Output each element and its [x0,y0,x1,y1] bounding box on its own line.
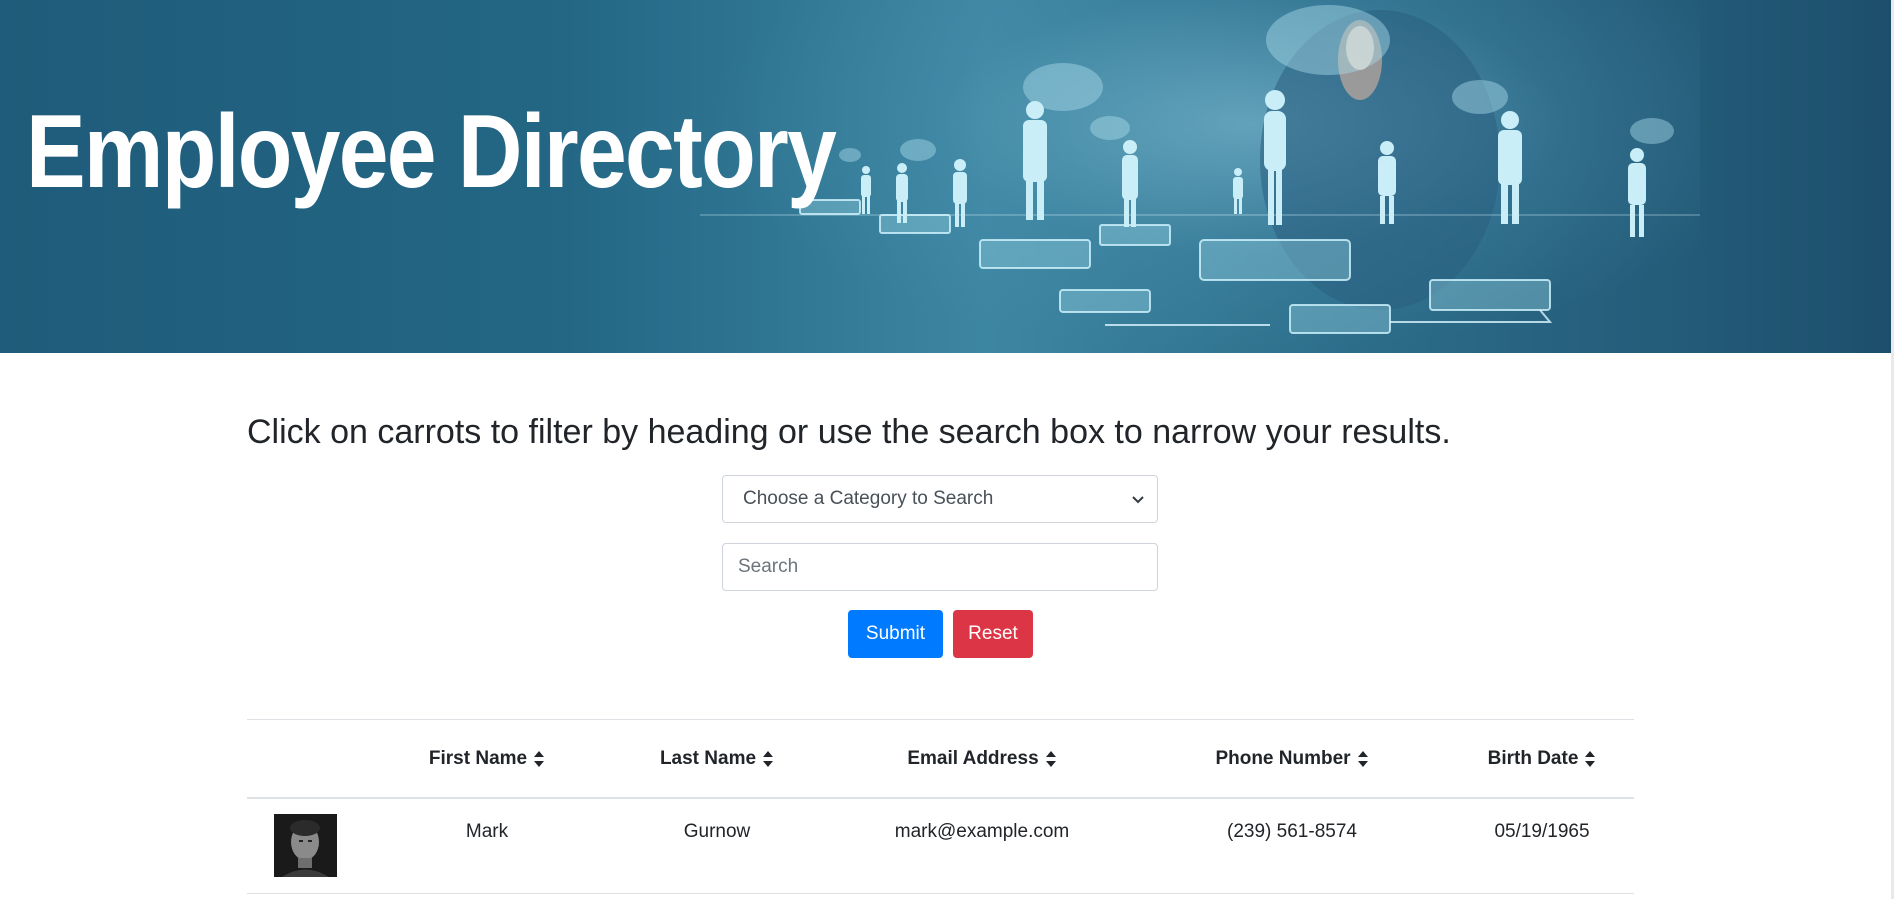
sort-caret-icon[interactable] [1045,750,1057,768]
table-row: Mark Gurnow mark@example.com (239) 561-8… [247,799,1634,894]
cell-email: mark@example.com [894,821,1070,842]
sort-caret-icon[interactable] [1584,750,1596,768]
cell-first-name: Mark [465,821,509,842]
header-banner: Employee Directory [0,0,1894,353]
sort-caret-icon[interactable] [533,750,545,768]
column-header-label: Email Address [907,748,1039,769]
column-header-label: Birth Date [1487,748,1579,769]
cell-birth-date: 05/19/1965 [1494,821,1590,842]
column-header-label: Phone Number [1215,748,1351,769]
column-header-label: Last Name [659,748,757,769]
search-input[interactable] [722,543,1158,591]
instructions-text: Click on carrots to filter by heading or… [247,413,1451,451]
cell-last-name: Gurnow [683,821,751,842]
column-header-birth-date[interactable]: Birth Date [1457,720,1627,798]
employee-table: First Name Last Name Email Address Phone… [247,719,1634,894]
table-header: First Name Last Name Email Address Phone… [247,719,1634,799]
column-header-first-name[interactable]: First Name [377,720,597,798]
avatar [274,814,337,877]
category-select-value: Choose a Category to Search [743,488,994,509]
column-header-email[interactable]: Email Address [837,720,1127,798]
cell-phone: (239) 561-8574 [1227,821,1357,842]
page-title: Employee Directory [26,94,837,210]
reset-button[interactable]: Reset [953,610,1033,658]
column-header-phone[interactable]: Phone Number [1137,720,1447,798]
sort-caret-icon[interactable] [762,750,774,768]
chevron-down-icon [1132,496,1144,504]
column-header-label: First Name [428,748,528,769]
column-header-last-name[interactable]: Last Name [607,720,827,798]
submit-button[interactable]: Submit [848,610,943,658]
category-select[interactable]: Choose a Category to Search [722,475,1158,523]
sort-caret-icon[interactable] [1357,750,1369,768]
